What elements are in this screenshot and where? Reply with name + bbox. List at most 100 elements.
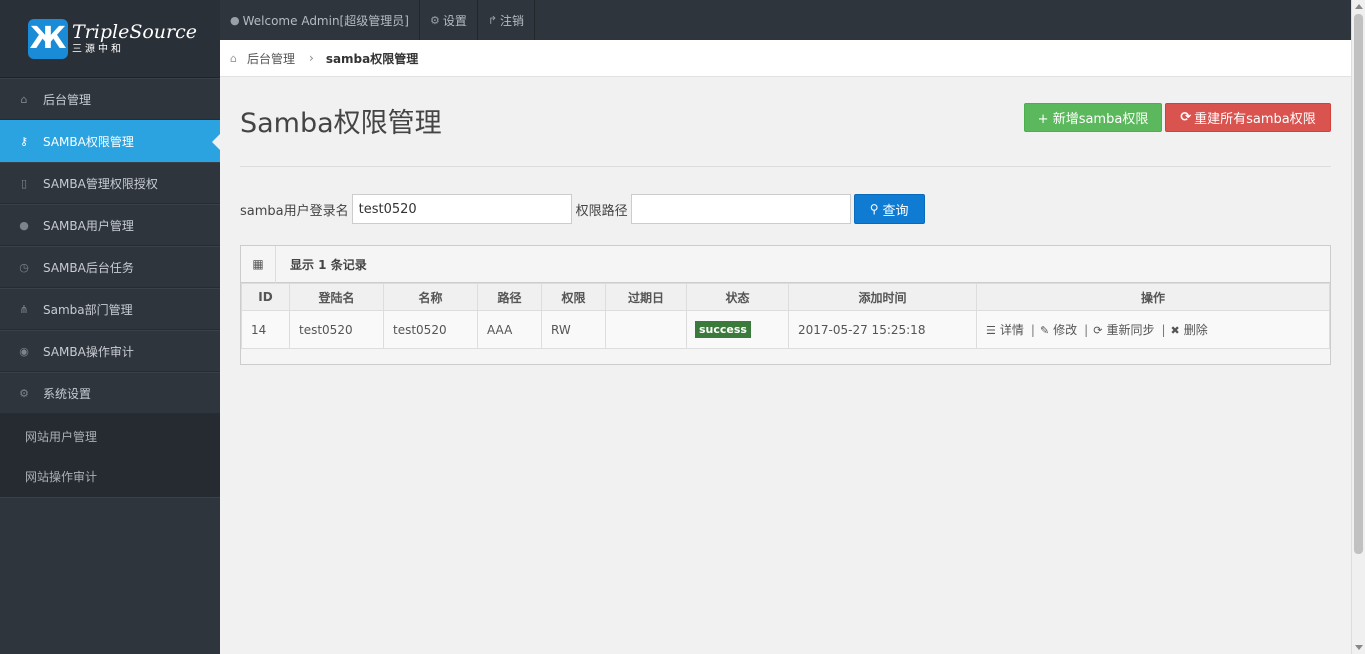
scroll-thumb[interactable] [1354, 14, 1363, 554]
chevron-right-icon: › [309, 51, 314, 65]
logout-label: 注销 [500, 13, 525, 28]
settings-link[interactable]: ⚙ 设置 [420, 0, 478, 40]
detail-label: 详情 [999, 323, 1024, 337]
breadcrumb: ⌂ 后台管理 › samba权限管理 [220, 40, 1351, 77]
cell-id: 14 [241, 310, 290, 349]
sidebar-item-samba-departments[interactable]: ⋔ Samba部门管理 [0, 288, 220, 330]
pencil-icon: ✎ [1039, 324, 1050, 337]
edit-link[interactable]: ✎ 修改 [1040, 323, 1077, 337]
rebuild-permissions-button[interactable]: ⟳ 重建所有samba权限 [1165, 103, 1331, 132]
user-login-input[interactable] [351, 194, 572, 224]
sidebar-item-label: 后台管理 [43, 92, 92, 107]
record-count: 显示 1 条记录 [290, 257, 367, 272]
top-bar: ● Welcome Admin[超级管理员] ⚙ 设置 ↱ 注销 [220, 0, 1351, 40]
gear-icon: ⚙ [429, 13, 440, 27]
sidebar-subitem-web-users[interactable]: 网站用户管理 [0, 416, 220, 456]
sidebar-item-label: Samba部门管理 [43, 302, 133, 317]
refresh-icon: ⟳ [1180, 110, 1192, 125]
panel-header: ▦ 显示 1 条记录 [241, 245, 1330, 283]
cell-ops: ☰ 详情 | ✎ 修改 | ⟳ 重新同步 | ✖ 删除 [976, 310, 1330, 349]
path-input[interactable] [630, 194, 851, 224]
cell-path: AAA [477, 310, 542, 349]
query-label: 查询 [882, 203, 909, 219]
col-ops: 操作 [976, 283, 1330, 311]
scroll-down-icon[interactable] [1355, 645, 1363, 650]
refresh-icon: ⟳ [1093, 324, 1103, 337]
sidebar-item-samba-tasks[interactable]: ◷ SAMBA后台任务 [0, 246, 220, 288]
col-expire[interactable]: 过期日 [605, 283, 687, 311]
divider [240, 166, 1331, 167]
gears-icon: ⚙ [19, 386, 29, 400]
key-icon: ⚷ [19, 134, 29, 148]
user-login-label: samba用户登录名 [240, 203, 349, 219]
results-panel: ▦ 显示 1 条记录 ID 登陆名 名称 路径 权限 过期日 状态 添加时间 操… [240, 245, 1331, 365]
sidebar-item-system-settings[interactable]: ⚙ 系统设置 [0, 372, 220, 414]
col-perm[interactable]: 权限 [541, 283, 606, 311]
home-icon: ⌂ [230, 51, 237, 65]
file-icon: ▯ [20, 176, 28, 190]
sidebar-item-label: SAMBA操作审计 [43, 344, 134, 359]
search-icon: ⚲ [869, 202, 879, 216]
page-title: Samba权限管理 [240, 108, 442, 139]
welcome-text: Welcome Admin[超级管理员] [242, 13, 409, 28]
col-login[interactable]: 登陆名 [289, 283, 384, 311]
main-content: Samba权限管理 + 新增samba权限 ⟳ 重建所有samba权限 samb… [220, 77, 1351, 654]
col-name[interactable]: 名称 [383, 283, 478, 311]
rebuild-label: 重建所有samba权限 [1194, 112, 1316, 127]
cell-login: test0520 [289, 310, 384, 349]
sidebar-item-backend[interactable]: ⌂ 后台管理 [0, 78, 220, 120]
clock-icon: ◷ [19, 260, 29, 274]
detail-link[interactable]: ☰ 详情 [986, 323, 1024, 337]
breadcrumb-current: samba权限管理 [325, 51, 419, 66]
resync-label: 重新同步 [1106, 323, 1155, 337]
sidebar-item-samba-audit[interactable]: ◉ SAMBA操作审计 [0, 330, 220, 372]
sidebar-item-label: SAMBA权限管理 [43, 134, 134, 149]
logo-subtitle: 三源中和 [72, 44, 124, 55]
col-path[interactable]: 路径 [477, 283, 542, 311]
table-row: 14 test0520 test0520 AAA RW success 2017… [241, 310, 1330, 349]
col-id[interactable]: ID [241, 283, 290, 311]
resync-link[interactable]: ⟳ 重新同步 [1093, 323, 1154, 337]
cell-name: test0520 [383, 310, 478, 349]
cell-expire [605, 310, 687, 349]
welcome-menu[interactable]: ● Welcome Admin[超级管理员] [220, 0, 420, 40]
sidebar: Ж TripleSource 三源中和 ⌂ 后台管理 ⚷ SAMBA权限管理 ▯… [0, 0, 220, 654]
sidebar-item-samba-users[interactable]: ● SAMBA用户管理 [0, 204, 220, 246]
sitemap-icon: ⋔ [19, 302, 29, 316]
sidebar-item-label: SAMBA管理权限授权 [43, 176, 158, 191]
query-button[interactable]: ⚲ 查询 [853, 194, 925, 224]
grid-icon: ▦ [241, 245, 276, 283]
scroll-up-icon[interactable] [1355, 4, 1363, 9]
eye-icon: ◉ [19, 344, 29, 358]
cell-perm: RW [541, 310, 606, 349]
edit-label: 修改 [1053, 323, 1078, 337]
sidebar-item-samba-permissions[interactable]: ⚷ SAMBA权限管理 [0, 120, 220, 162]
search-form: samba用户登录名 权限路径 ⚲ 查询 [240, 194, 925, 224]
sidebar-item-samba-admin-grant[interactable]: ▯ SAMBA管理权限授权 [0, 162, 220, 204]
cell-added: 2017-05-27 15:25:18 [788, 310, 977, 349]
sidebar-subnav: 网站用户管理 网站操作审计 [0, 414, 220, 498]
logo[interactable]: Ж TripleSource 三源中和 [0, 0, 220, 78]
delete-link[interactable]: ✖ 删除 [1171, 323, 1208, 337]
settings-label: 设置 [442, 13, 467, 28]
logo-mark-icon: Ж [28, 18, 68, 59]
sidebar-subitem-web-audit[interactable]: 网站操作审计 [0, 456, 220, 496]
home-icon: ⌂ [20, 92, 28, 106]
close-icon: ✖ [1170, 324, 1180, 337]
col-status[interactable]: 状态 [686, 283, 789, 311]
page-scrollbar[interactable] [1351, 0, 1365, 654]
share-icon: ↱ [487, 13, 498, 27]
col-added[interactable]: 添加时间 [788, 283, 977, 311]
breadcrumb-home[interactable]: 后台管理 [247, 50, 295, 67]
add-permission-button[interactable]: + 新增samba权限 [1024, 103, 1162, 132]
logo-brand: TripleSource [72, 21, 197, 43]
delete-label: 删除 [1183, 323, 1208, 337]
user-icon: ● [230, 13, 240, 27]
user-icon: ● [19, 218, 29, 232]
logout-link[interactable]: ↱ 注销 [478, 0, 536, 40]
permissions-table: ID 登陆名 名称 路径 权限 过期日 状态 添加时间 操作 14 test05… [241, 283, 1330, 349]
list-icon: ☰ [986, 324, 996, 337]
path-label: 权限路径 [575, 203, 628, 219]
sidebar-item-label: SAMBA后台任务 [43, 260, 134, 275]
table-header-row: ID 登陆名 名称 路径 权限 过期日 状态 添加时间 操作 [241, 283, 1330, 311]
